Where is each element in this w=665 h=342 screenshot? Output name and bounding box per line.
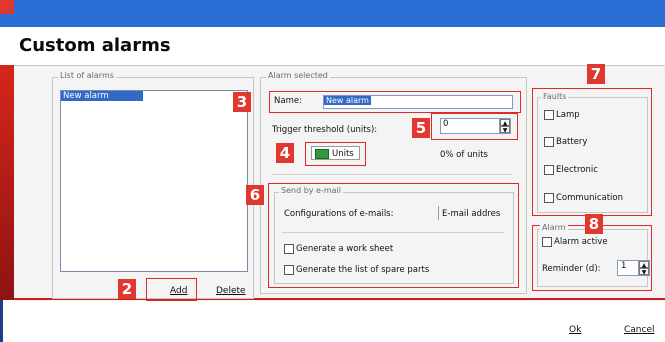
delete-button[interactable]: Delete [216, 286, 246, 296]
badge-8: 8 [585, 214, 603, 234]
badge-3: 3 [233, 92, 251, 112]
spare-parts-label: Generate the list of spare parts [296, 265, 430, 275]
reminder-label: Reminder (d): [542, 264, 601, 274]
checkbox-icon[interactable] [544, 193, 554, 203]
badge-2: 2 [118, 279, 136, 299]
alarm-listbox[interactable]: New alarm [60, 90, 248, 272]
checkbox-icon[interactable] [284, 244, 294, 254]
email-divider [282, 232, 504, 233]
checkbox-icon[interactable] [542, 237, 552, 247]
spin-down-icon[interactable]: ▼ [500, 126, 510, 134]
checkbox-icon[interactable] [544, 165, 554, 175]
name-field[interactable]: New alarm [323, 95, 513, 109]
checkbox-icon[interactable] [544, 110, 554, 120]
cancel-button[interactable]: Cancel [624, 325, 655, 335]
units-button-label: Units [332, 149, 354, 159]
ok-button[interactable]: Ok [569, 325, 581, 335]
fault-lamp-checkbox[interactable]: Lamp [544, 110, 580, 121]
checkbox-icon[interactable] [284, 265, 294, 275]
email-column-header: E-mail addres [442, 209, 501, 219]
alarm-active-label: Alarm active [554, 237, 608, 247]
worksheet-checkbox[interactable]: Generate a work sheet [284, 244, 393, 255]
reminder-stepper[interactable]: 1 ▲ ▼ [617, 260, 650, 276]
badge-5: 5 [412, 118, 430, 138]
fault-label: Communication [556, 193, 623, 203]
spin-up-icon[interactable]: ▲ [500, 119, 510, 127]
page-title: Custom alarms [19, 35, 171, 56]
divider [272, 174, 512, 175]
top-bar [0, 0, 665, 27]
alarm-legend: Alarm [540, 223, 568, 232]
fault-label: Battery [556, 137, 588, 147]
badge-4: 4 [276, 143, 294, 163]
percent-of-units: 0% of units [440, 150, 488, 160]
checkbox-icon[interactable] [544, 137, 554, 147]
send-email-legend: Send by e-mail [279, 186, 343, 195]
fault-battery-checkbox[interactable]: Battery [544, 137, 587, 148]
corner-marker [0, 0, 14, 14]
alarm-active-checkbox[interactable]: Alarm active [542, 237, 608, 248]
threshold-label: Trigger threshold (units): [272, 125, 378, 135]
list-of-alarms-legend: List of alarms [58, 71, 116, 80]
name-value: New alarm [324, 96, 371, 105]
fault-communication-checkbox[interactable]: Communication [544, 193, 623, 204]
column-divider [438, 206, 439, 220]
alarm-selected-legend: Alarm selected [266, 71, 330, 80]
threshold-value: 0 [443, 119, 449, 129]
faults-legend: Faults [541, 92, 569, 101]
spare-parts-checkbox[interactable]: Generate the list of spare parts [284, 265, 429, 276]
list-item[interactable]: New alarm [61, 91, 143, 101]
spin-up-icon[interactable]: ▲ [639, 261, 649, 269]
threshold-spin-buttons[interactable]: ▲ ▼ [499, 119, 510, 134]
email-config-label: Configurations of e-mails: [284, 209, 394, 219]
spin-down-icon[interactable]: ▼ [639, 268, 649, 276]
units-icon [315, 148, 329, 159]
units-button[interactable]: Units [311, 146, 360, 160]
reminder-value: 1 [621, 261, 627, 271]
name-label: Name: [274, 96, 302, 106]
worksheet-label: Generate a work sheet [296, 244, 394, 254]
fault-label: Electronic [556, 165, 598, 175]
fault-electronic-checkbox[interactable]: Electronic [544, 165, 598, 176]
badge-6: 7 [587, 64, 605, 84]
threshold-stepper[interactable]: 0 ▲ ▼ [440, 118, 511, 134]
fault-label: Lamp [556, 110, 580, 120]
badge-7: 6 [246, 185, 264, 205]
left-accent-strip [0, 65, 14, 300]
reminder-spin-buttons[interactable]: ▲ ▼ [638, 261, 649, 276]
add-button[interactable]: Add [170, 286, 187, 296]
